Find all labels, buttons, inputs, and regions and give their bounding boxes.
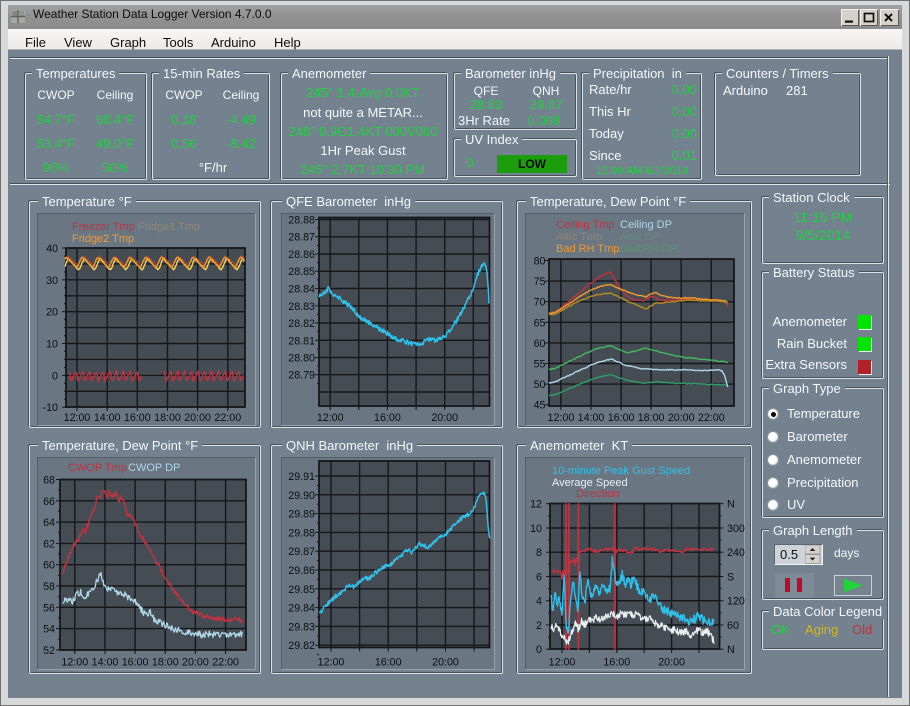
svg-text:40: 40 [46, 243, 58, 255]
svg-text:0: 0 [52, 370, 58, 382]
svg-text:18:00: 18:00 [638, 412, 665, 424]
svg-text:4: 4 [536, 596, 542, 608]
svg-text:12:00: 12:00 [549, 657, 576, 669]
svg-text:28.83: 28.83 [288, 301, 315, 313]
svg-text:18:00: 18:00 [154, 412, 181, 424]
svg-text:54: 54 [43, 624, 55, 636]
svg-text:28.79: 28.79 [288, 370, 315, 382]
svg-text:16:00: 16:00 [375, 657, 402, 669]
svg-text:20:00: 20:00 [432, 657, 459, 669]
svg-text:22:00: 22:00 [214, 412, 241, 424]
svg-text:45: 45 [534, 400, 546, 412]
svg-text:58: 58 [43, 581, 55, 593]
svg-text:20:00: 20:00 [182, 657, 209, 669]
svg-text:29.85: 29.85 [288, 584, 315, 596]
svg-text:300: 300 [727, 523, 745, 535]
svg-text:29.89: 29.89 [288, 509, 315, 521]
svg-text:20:00: 20:00 [658, 657, 685, 669]
svg-text:28.86: 28.86 [288, 249, 315, 261]
svg-text:29.84: 29.84 [288, 603, 315, 615]
svg-text:56: 56 [43, 602, 55, 614]
svg-text:20:00: 20:00 [668, 412, 695, 424]
svg-text:16:00: 16:00 [608, 412, 635, 424]
svg-text:Ceiling DP: Ceiling DP [620, 219, 672, 231]
svg-text:66: 66 [43, 496, 55, 508]
svg-text:10: 10 [530, 523, 542, 535]
svg-text:Direction: Direction [576, 488, 619, 500]
svg-text:16:00: 16:00 [603, 657, 630, 669]
svg-text:10: 10 [46, 339, 58, 351]
svg-text:29.91: 29.91 [288, 471, 315, 483]
svg-text:12:00: 12:00 [318, 657, 345, 669]
svg-text:28.88: 28.88 [288, 215, 315, 227]
svg-text:64: 64 [43, 517, 55, 529]
svg-text:20: 20 [46, 307, 58, 319]
svg-text:14:00: 14:00 [94, 412, 121, 424]
svg-text:14:00: 14:00 [92, 657, 119, 669]
svg-text:12:00: 12:00 [317, 412, 344, 424]
svg-text:12: 12 [530, 499, 542, 511]
svg-text:8: 8 [536, 547, 542, 559]
svg-text:52: 52 [43, 645, 55, 657]
svg-text:12:00: 12:00 [64, 412, 91, 424]
svg-text:22:00: 22:00 [212, 657, 239, 669]
svg-text:20:00: 20:00 [431, 412, 458, 424]
svg-text:N: N [727, 644, 735, 656]
svg-text:29.90: 29.90 [288, 490, 315, 502]
svg-text:75: 75 [534, 276, 546, 288]
svg-text:18:00: 18:00 [152, 657, 179, 669]
svg-text:29.82: 29.82 [288, 640, 315, 652]
svg-text:CWOP Tmp: CWOP Tmp [68, 462, 127, 474]
svg-text:120: 120 [727, 596, 745, 608]
svg-text:80: 80 [534, 256, 546, 268]
svg-text:60: 60 [43, 560, 55, 572]
svg-text:14:00: 14:00 [578, 412, 605, 424]
svg-text:29.83: 29.83 [288, 621, 315, 633]
svg-text:N: N [727, 499, 735, 511]
svg-text:CWOP DP: CWOP DP [128, 462, 180, 474]
svg-text:Bad RH DP: Bad RH DP [620, 243, 677, 255]
svg-text:65: 65 [534, 317, 546, 329]
svg-text:Fridge2 Tmp: Fridge2 Tmp [72, 233, 134, 245]
svg-text:Fridge1 Tmp: Fridge1 Tmp [138, 221, 200, 233]
svg-text:-10: -10 [43, 402, 59, 414]
svg-text:28.81: 28.81 [288, 335, 315, 347]
svg-text:62: 62 [43, 538, 55, 550]
svg-text:Attic Tmp: Attic Tmp [556, 231, 602, 243]
svg-text:50: 50 [534, 379, 546, 391]
svg-text:29.86: 29.86 [288, 565, 315, 577]
svg-text:240: 240 [727, 547, 745, 559]
svg-text:70: 70 [534, 297, 546, 309]
svg-text:12:00: 12:00 [61, 657, 88, 669]
svg-text:60: 60 [727, 620, 739, 632]
svg-text:6: 6 [536, 572, 542, 584]
svg-text:28.84: 28.84 [288, 284, 315, 296]
svg-text:16:00: 16:00 [374, 412, 401, 424]
svg-text:20:00: 20:00 [184, 412, 211, 424]
svg-text:10-minute Peak Gust Speed: 10-minute Peak Gust Speed [552, 465, 690, 477]
svg-text:28.80: 28.80 [288, 353, 315, 365]
svg-text:28.85: 28.85 [288, 266, 315, 278]
svg-text:22:00: 22:00 [698, 412, 725, 424]
svg-text:29.87: 29.87 [288, 546, 315, 558]
svg-text:Attic DP: Attic DP [620, 231, 660, 243]
svg-text:28.82: 28.82 [288, 318, 315, 330]
svg-text:S: S [727, 572, 734, 584]
svg-text:2: 2 [536, 620, 542, 632]
svg-text:60: 60 [534, 338, 546, 350]
svg-text:0: 0 [536, 644, 542, 656]
svg-text:16:00: 16:00 [122, 657, 149, 669]
svg-text:55: 55 [534, 359, 546, 371]
svg-text:16:00: 16:00 [124, 412, 151, 424]
svg-text:Freezer Tmp: Freezer Tmp [72, 221, 135, 233]
svg-text:30: 30 [46, 275, 58, 287]
svg-text:28.87: 28.87 [288, 232, 315, 244]
svg-text:29.88: 29.88 [288, 527, 315, 539]
svg-text:Bad RH Tmp: Bad RH Tmp [556, 243, 619, 255]
svg-text:68: 68 [43, 475, 55, 487]
svg-text:12:00: 12:00 [548, 412, 575, 424]
svg-text:Ceiling Tmp: Ceiling Tmp [556, 219, 615, 231]
